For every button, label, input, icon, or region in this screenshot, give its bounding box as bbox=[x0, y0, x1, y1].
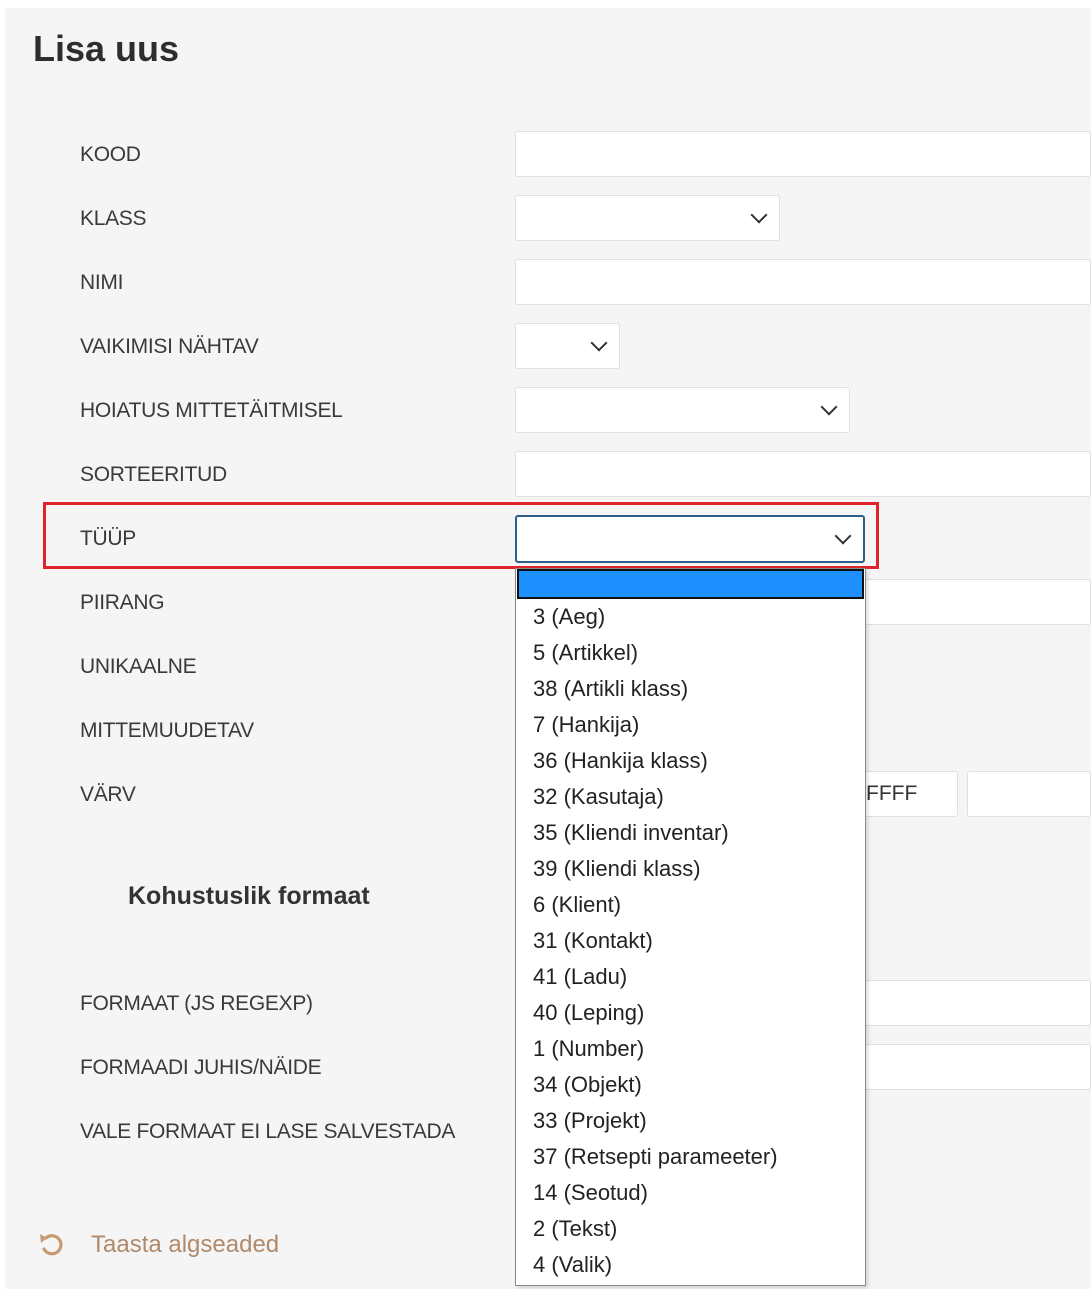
dropdown-option[interactable]: 6 (Klient) bbox=[516, 887, 865, 923]
varv-label: VÄRV bbox=[80, 783, 136, 806]
tyyp-label: TÜÜP bbox=[80, 527, 136, 550]
sorteeritud-input[interactable] bbox=[515, 451, 1091, 497]
nimi-input[interactable] bbox=[515, 259, 1091, 305]
dropdown-option[interactable]: 35 (Kliendi inventar) bbox=[516, 815, 865, 851]
kood-label: KOOD bbox=[80, 143, 141, 166]
dropdown-option[interactable]: 37 (Retsepti parameeter) bbox=[516, 1139, 865, 1175]
dropdown-option[interactable]: 2 (Tekst) bbox=[516, 1211, 865, 1247]
dropdown-option[interactable]: 14 (Seotud) bbox=[516, 1175, 865, 1211]
formaat-label: FORMAAT (JS REGEXP) bbox=[80, 992, 313, 1015]
unikaalne-label: UNIKAALNE bbox=[80, 655, 197, 678]
dropdown-option[interactable]: 38 (Artikli klass) bbox=[516, 671, 865, 707]
dropdown-option[interactable]: 4 (Valik) bbox=[516, 1247, 865, 1283]
dropdown-option[interactable]: 33 (Projekt) bbox=[516, 1103, 865, 1139]
dropdown-option[interactable]: 31 (Kontakt) bbox=[516, 923, 865, 959]
dropdown-option[interactable]: 34 (Objekt) bbox=[516, 1067, 865, 1103]
klass-select[interactable] bbox=[515, 195, 780, 241]
dropdown-option[interactable]: 1 (Number) bbox=[516, 1031, 865, 1067]
vaikimisi-label: VAIKIMISI NÄHTAV bbox=[80, 335, 259, 358]
format-heading: Kohustuslik formaat bbox=[128, 882, 370, 910]
juhis-label: FORMAADI JUHIS/NÄIDE bbox=[80, 1056, 322, 1079]
type-dropdown-list[interactable]: 3 (Aeg) 5 (Artikkel) 38 (Artikli klass) … bbox=[515, 568, 866, 1286]
mittemuudetav-label: MITTEMUUDETAV bbox=[80, 719, 254, 742]
reset-label: Taasta algseaded bbox=[91, 1231, 280, 1258]
dropdown-option[interactable]: 40 (Leping) bbox=[516, 995, 865, 1031]
dropdown-option[interactable]: 36 (Hankija klass) bbox=[516, 743, 865, 779]
piirang-label: PIIRANG bbox=[80, 591, 165, 614]
dropdown-option[interactable]: 3 (Aeg) bbox=[516, 599, 865, 635]
dropdown-option-empty[interactable] bbox=[517, 569, 864, 599]
kood-input[interactable] bbox=[515, 131, 1091, 177]
hoiatus-label: HOIATUS MITTETÄITMISEL bbox=[80, 399, 343, 422]
sorteeritud-label: SORTEERITUD bbox=[80, 463, 227, 486]
nimi-label: NIMI bbox=[80, 271, 124, 294]
dropdown-option[interactable]: 7 (Hankija) bbox=[516, 707, 865, 743]
vaikimisi-select[interactable] bbox=[515, 323, 620, 369]
varv-swatch-input[interactable] bbox=[967, 771, 1091, 817]
chevron-down-icon bbox=[820, 398, 838, 416]
varv-value: FFFF bbox=[866, 782, 918, 805]
dropdown-option[interactable]: 5 (Artikkel) bbox=[516, 635, 865, 671]
tyyp-select[interactable] bbox=[515, 515, 865, 563]
dropdown-option[interactable]: 39 (Kliendi klass) bbox=[516, 851, 865, 887]
chevron-down-icon bbox=[590, 334, 608, 352]
chevron-down-icon bbox=[834, 527, 852, 545]
vale-label: VALE FORMAAT EI LASE SALVESTADA bbox=[80, 1120, 456, 1143]
reset-link[interactable]: Taasta algseaded bbox=[37, 1230, 279, 1260]
klass-label: KLASS bbox=[80, 207, 147, 230]
hoiatus-select[interactable] bbox=[515, 387, 850, 433]
dropdown-option[interactable]: 41 (Ladu) bbox=[516, 959, 865, 995]
chevron-down-icon bbox=[750, 206, 768, 224]
undo-icon bbox=[40, 1234, 63, 1256]
page-title: Lisa uus bbox=[33, 28, 180, 69]
dropdown-option[interactable]: 32 (Kasutaja) bbox=[516, 779, 865, 815]
